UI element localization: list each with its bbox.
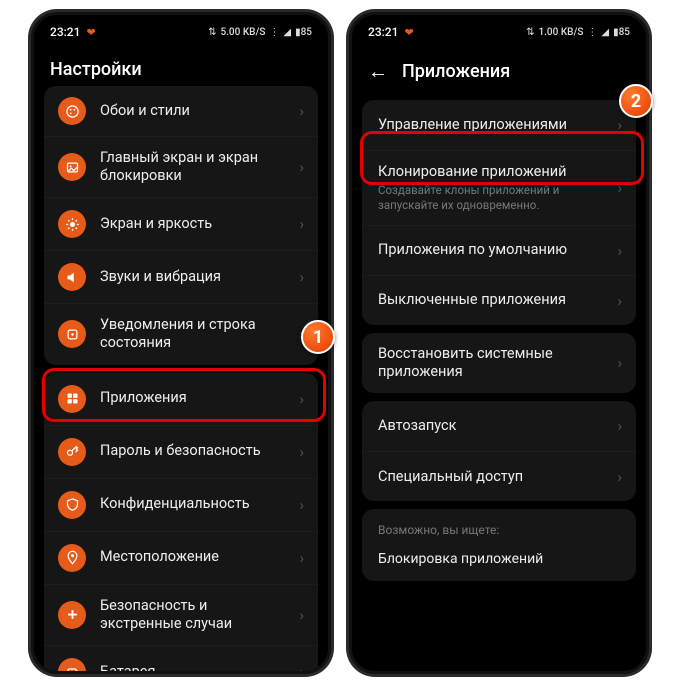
- medkit-icon: [58, 601, 86, 629]
- status-icons: ⇅ 1.00 KB/S ⋮ ◢ ▮85: [526, 27, 630, 38]
- back-button[interactable]: ←: [368, 59, 388, 84]
- row-wallpapers[interactable]: Обои и стили ›: [44, 86, 318, 136]
- clock: 23:21: [368, 25, 398, 39]
- phone-right-apps: 23:21 ❤ ⇅ 1.00 KB/S ⋮ ◢ ▮85 ← Приложения…: [349, 12, 649, 674]
- notification-icon: [58, 320, 86, 348]
- chevron-right-icon: ›: [299, 549, 304, 567]
- row-label: Клонирование приложений: [378, 163, 603, 181]
- row-disabled-apps[interactable]: Выключенные приложения ›: [362, 275, 636, 325]
- row-clone-apps[interactable]: Клонирование приложений Создавайте клоны…: [362, 150, 636, 225]
- row-label: Безопасность и экстренные случаи: [100, 597, 285, 633]
- wifi-icon: ⋮: [269, 27, 279, 38]
- callout-badge-2: 2: [619, 84, 653, 118]
- battery-settings-icon: [58, 658, 86, 674]
- chevron-right-icon: ›: [617, 179, 622, 197]
- battery-icon: ▮85: [613, 27, 630, 38]
- row-default-apps[interactable]: Приложения по умолчанию ›: [362, 225, 636, 275]
- pin-icon: [58, 544, 86, 572]
- row-manage-apps[interactable]: Управление приложениями ›: [362, 100, 636, 150]
- row-special-access[interactable]: Специальный доступ ›: [362, 451, 636, 501]
- row-sound-vibration[interactable]: Звуки и вибрация ›: [44, 250, 318, 303]
- signal-icon: ◢: [601, 27, 609, 38]
- chevron-right-icon: ›: [617, 468, 622, 486]
- row-notifications-statusbar[interactable]: Уведомления и строка состояния ›: [44, 303, 318, 364]
- row-label: Батарея: [100, 663, 285, 674]
- row-autostart[interactable]: Автозапуск ›: [362, 401, 636, 451]
- settings-group-system: Приложения › Пароль и безопасность › Кон…: [44, 373, 318, 675]
- image-icon: [58, 153, 86, 181]
- row-safety-emergency[interactable]: Безопасность и экстренные случаи ›: [44, 584, 318, 645]
- clock: 23:21: [50, 25, 80, 39]
- apps-icon: [58, 385, 86, 413]
- row-label: Звуки и вибрация: [100, 268, 285, 286]
- callout-badge-1: 1: [301, 320, 335, 354]
- signal-icon: ◢: [283, 27, 291, 38]
- chevron-right-icon: ›: [617, 116, 622, 134]
- row-label: Уведомления и строка состояния: [100, 316, 285, 352]
- row-label: Конфиденциальность: [100, 495, 285, 513]
- apps-group-1: Управление приложениями › Клонирование п…: [362, 100, 636, 325]
- chevron-right-icon: ›: [299, 102, 304, 120]
- row-label: Управление приложениями: [378, 116, 603, 134]
- row-location[interactable]: Местоположение ›: [44, 531, 318, 584]
- shield-icon: [58, 491, 86, 519]
- heart-icon: ❤: [86, 26, 95, 39]
- chevron-right-icon: ›: [617, 292, 622, 310]
- row-battery[interactable]: Батарея ›: [44, 645, 318, 674]
- page-header: ← Приложения: [352, 49, 646, 92]
- row-apps[interactable]: Приложения ›: [44, 373, 318, 425]
- status-bar: 23:21 ❤ ⇅ 1.00 KB/S ⋮ ◢ ▮85: [352, 15, 646, 49]
- row-restore-system-apps[interactable]: Восстановить системные приложения ›: [362, 333, 636, 393]
- chevron-right-icon: ›: [299, 496, 304, 514]
- row-label: Выключенные приложения: [378, 291, 603, 309]
- page-title: Настройки: [50, 59, 142, 80]
- phone-left-settings: 23:21 ❤ ⇅ 5.00 KB/S ⋮ ◢ ▮85 Настройки Об…: [31, 12, 331, 674]
- search-hint-panel: Возможно, вы ищете: Блокировка приложени…: [362, 509, 636, 581]
- row-subtitle: Создавайте клоны приложений и запускайте…: [378, 183, 603, 213]
- chevron-right-icon: ›: [299, 663, 304, 674]
- row-label: Местоположение: [100, 548, 285, 566]
- row-label: Обои и стили: [100, 102, 285, 120]
- row-display-brightness[interactable]: Экран и яркость ›: [44, 197, 318, 250]
- row-label: Экран и яркость: [100, 215, 285, 233]
- page-header: Настройки: [34, 49, 328, 88]
- chevron-right-icon: ›: [617, 417, 622, 435]
- row-label: Приложения: [100, 389, 285, 407]
- page-title: Приложения: [402, 61, 510, 82]
- row-label: Приложения по умолчанию: [378, 241, 603, 259]
- sun-icon: [58, 210, 86, 238]
- chevron-right-icon: ›: [299, 606, 304, 624]
- heart-icon: ❤: [404, 26, 413, 39]
- key-icon: [58, 438, 86, 466]
- palette-icon: [58, 97, 86, 125]
- row-homescreen-lockscreen[interactable]: Главный экран и экран блокировки ›: [44, 136, 318, 197]
- status-icons: ⇅ 5.00 KB/S ⋮ ◢ ▮85: [208, 27, 312, 38]
- chevron-right-icon: ›: [617, 242, 622, 260]
- row-label: Восстановить системные приложения: [378, 345, 603, 381]
- volume-icon: [58, 263, 86, 291]
- row-label: Пароль и безопасность: [100, 442, 285, 460]
- row-password-security[interactable]: Пароль и безопасность ›: [44, 425, 318, 478]
- status-bar: 23:21 ❤ ⇅ 5.00 KB/S ⋮ ◢ ▮85: [34, 15, 328, 49]
- chevron-right-icon: ›: [299, 158, 304, 176]
- row-label: Специальный доступ: [378, 468, 603, 486]
- apps-group-2: Восстановить системные приложения ›: [362, 333, 636, 393]
- battery-icon: ▮85: [295, 27, 312, 38]
- chevron-right-icon: ›: [299, 443, 304, 461]
- chevron-right-icon: ›: [617, 354, 622, 372]
- row-label: Главный экран и экран блокировки: [100, 149, 285, 185]
- hint-label: Возможно, вы ищете:: [362, 513, 636, 541]
- settings-group-display: Обои и стили › Главный экран и экран бло…: [44, 86, 318, 365]
- apps-group-3: Автозапуск › Специальный доступ ›: [362, 401, 636, 501]
- chevron-right-icon: ›: [299, 215, 304, 233]
- row-privacy[interactable]: Конфиденциальность ›: [44, 478, 318, 531]
- chevron-right-icon: ›: [299, 390, 304, 408]
- chevron-right-icon: ›: [299, 268, 304, 286]
- wifi-icon: ⋮: [587, 27, 597, 38]
- row-label: Автозапуск: [378, 417, 603, 435]
- hint-app-lock[interactable]: Блокировка приложений: [362, 541, 636, 577]
